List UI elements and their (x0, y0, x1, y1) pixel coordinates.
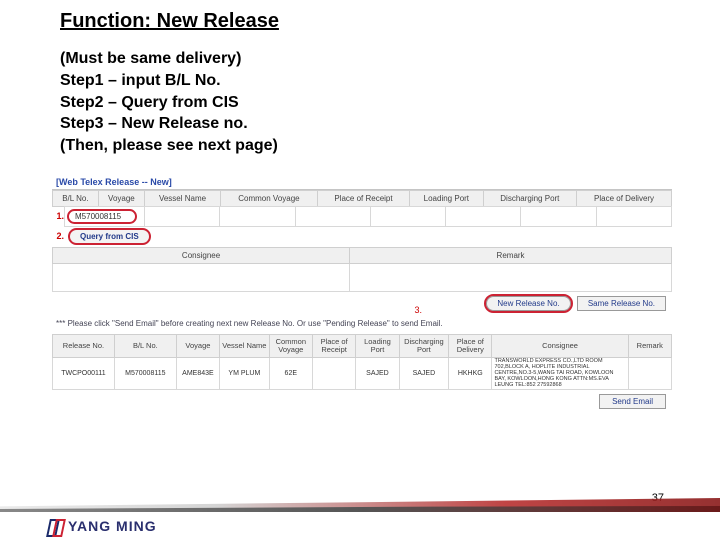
cell-release-no: TWCPO00111 (53, 358, 115, 390)
consignee-remark-header: Consignee Remark (52, 247, 672, 292)
logo-text: YANG MING (68, 518, 157, 534)
yang-ming-logo: YANG MING (48, 518, 157, 534)
rcol-discharging: Discharging Port (399, 334, 449, 358)
col-common-voyage: Common Voyage (221, 190, 318, 206)
step-marker-1: 1. (52, 211, 64, 221)
instruction-line: Step2 – Query from CIS (60, 93, 670, 114)
results-table: Release No. B/L No. Voyage Vessel Name C… (52, 334, 672, 390)
send-email-button[interactable]: Send Email (599, 394, 666, 409)
step-marker-2: 2. (52, 231, 64, 241)
new-release-no-button[interactable]: New Release No. (486, 296, 570, 311)
instruction-line: (Must be same delivery) (60, 49, 670, 70)
cell-discharging: SAJED (399, 358, 449, 390)
cell-voyage: AME843E (176, 358, 219, 390)
rcol-vessel: Vessel Name (220, 334, 270, 358)
cell-consignee: TRANSWORLD EXPRESS CO.,LTD ROOM 702,BLOC… (492, 358, 628, 390)
slide-title: Function: New Release (60, 10, 670, 33)
cell-receipt (312, 358, 355, 390)
app-screenshot: [Web Telex Release -- New] B/L No. Voyag… (52, 175, 672, 409)
rcol-voyage: Voyage (176, 334, 219, 358)
step-marker-3: 3. (414, 305, 422, 315)
rcol-consignee: Consignee (492, 334, 628, 358)
col-loading: Loading Port (410, 190, 483, 206)
col-vessel: Vessel Name (145, 190, 221, 206)
email-note: *** Please click "Send Email" before cre… (52, 313, 672, 334)
instruction-line: Step3 – New Release no. (60, 114, 670, 135)
instruction-line: (Then, please see next page) (60, 136, 670, 157)
col-discharging: Discharging Port (483, 190, 577, 206)
table-row: TWCPO00111 M570008115 AME843E YM PLUM 62… (53, 358, 672, 390)
slide-footer: 37 YANG MING (0, 494, 720, 540)
query-from-cis-button[interactable]: Query from CIS (68, 228, 151, 245)
instructions-block: (Must be same delivery) Step1 – input B/… (60, 49, 670, 157)
rcol-delivery: Place of Delivery (449, 334, 492, 358)
col-consignee: Consignee (53, 247, 350, 263)
cell-vessel: YM PLUM (220, 358, 270, 390)
col-receipt: Place of Receipt (317, 190, 409, 206)
rcol-release-no: Release No. (53, 334, 115, 358)
bl-no-input[interactable]: M570008115 (67, 209, 137, 224)
logo-icon (48, 519, 62, 533)
rcol-loading: Loading Port (356, 334, 399, 358)
instruction-line: Step1 – input B/L No. (60, 71, 670, 92)
cell-delivery-port: HKHKG (449, 358, 492, 390)
same-release-no-button[interactable]: Same Release No. (577, 296, 666, 311)
cell-common-voyage: 62E (269, 358, 312, 390)
rcol-remark: Remark (628, 334, 671, 358)
cell-bl-no: M570008115 (114, 358, 176, 390)
cell-remark (628, 358, 671, 390)
col-voyage: Voyage (98, 190, 144, 206)
rcol-receipt: Place of Receipt (312, 334, 355, 358)
release-button-row: 3. New Release No. Same Release No. (52, 292, 672, 313)
cell-loading: SAJED (356, 358, 399, 390)
col-bl-no: B/L No. (53, 190, 99, 206)
col-delivery: Place of Delivery (577, 190, 672, 206)
panel-header: [Web Telex Release -- New] (52, 175, 672, 190)
rcol-common-voyage: Common Voyage (269, 334, 312, 358)
criteria-table: B/L No. Voyage Vessel Name Common Voyage… (52, 190, 672, 207)
rcol-bl-no: B/L No. (114, 334, 176, 358)
col-remark: Remark (350, 247, 672, 263)
